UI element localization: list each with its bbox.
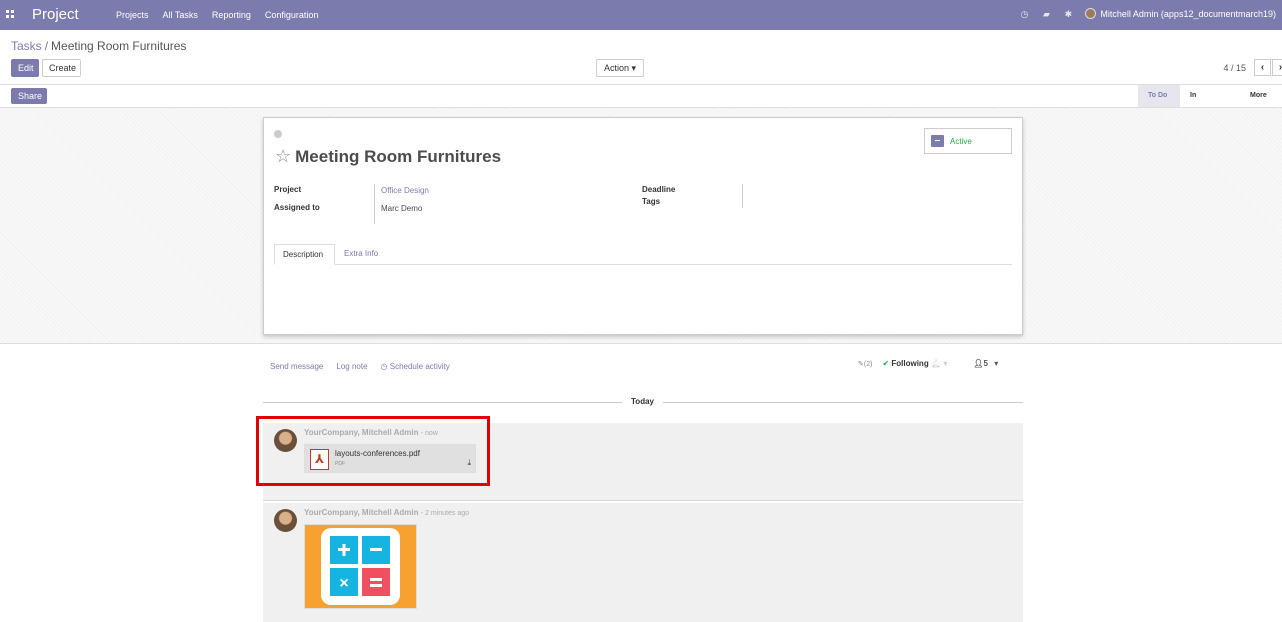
project-value[interactable]: Office Design <box>381 186 429 195</box>
field-divider <box>742 184 743 208</box>
action-dropdown[interactable]: Action ▾ <box>596 59 644 77</box>
main-menu: Projects All Tasks Reporting Configurati… <box>116 10 318 20</box>
message-date: - 2 minutes ago <box>420 510 470 517</box>
assigned-to-value[interactable]: Marc Demo <box>381 204 422 213</box>
clock-icon[interactable]: ◷ <box>1019 9 1029 19</box>
menu-reporting[interactable]: Reporting <box>212 10 251 20</box>
chatter-message: YourCompany, Mitchell Admin - 2 minutes … <box>263 503 1023 622</box>
breadcrumb: Tasks / Meeting Room Furnitures <box>11 39 187 53</box>
user-menu[interactable]: Mitchell Admin (apps12_documentmarch19) <box>1085 8 1276 19</box>
bug-icon[interactable]: ✱ <box>1063 9 1073 19</box>
task-title-row: ☆ Meeting Room Furnitures <box>275 146 501 167</box>
chat-icon[interactable]: ▰ <box>1041 9 1051 19</box>
field-divider <box>374 184 375 224</box>
schedule-activity-label: Schedule activity <box>389 362 450 371</box>
deadline-label: Deadline <box>642 185 676 194</box>
pager-value[interactable]: 4 / 15 <box>1223 63 1246 73</box>
app-brand[interactable]: Project <box>32 6 79 23</box>
pager-next-button[interactable]: › <box>1272 59 1282 76</box>
menu-projects[interactable]: Projects <box>116 10 149 20</box>
bell-icon: 🔔︎ ▾ <box>930 359 948 368</box>
message-header: YourCompany, Mitchell Admin - 2 minutes … <box>304 508 469 517</box>
schedule-activity-button[interactable]: ◷ Schedule activity <box>381 362 450 371</box>
kanban-state-dot[interactable] <box>274 130 282 138</box>
breadcrumb-current: Meeting Room Furnitures <box>51 39 187 53</box>
following-label: Following <box>891 359 929 368</box>
clock-icon: ◷ <box>380 362 388 371</box>
menu-all-tasks[interactable]: All Tasks <box>163 10 198 20</box>
author-avatar[interactable] <box>274 509 297 532</box>
archive-icon <box>931 135 944 147</box>
following-button[interactable]: ✔ Following 🔔︎ ▾ <box>882 359 947 368</box>
top-navbar: Project Projects All Tasks Reporting Con… <box>0 0 1282 30</box>
svg-text:×: × <box>339 575 348 592</box>
followers-button[interactable]: 👤︎5 ▾ <box>973 359 998 368</box>
image-attachment[interactable]: × <box>304 524 417 609</box>
menu-configuration[interactable]: Configuration <box>265 10 319 20</box>
tags-label: Tags <box>642 197 661 206</box>
highlight-box <box>256 416 490 486</box>
attachments-count: (2) <box>863 360 873 368</box>
date-separator-label: Today <box>622 397 663 406</box>
stage-todo[interactable]: To Do <box>1138 85 1180 107</box>
caret-down-icon: ▾ <box>994 359 999 368</box>
user-name: Mitchell Admin (apps12_documentmarch19) <box>1100 8 1276 19</box>
assigned-to-label: Assigned to <box>274 203 320 212</box>
task-title: Meeting Room Furnitures <box>295 146 502 166</box>
check-icon: ✔ <box>882 359 890 368</box>
user-avatar <box>1085 8 1097 19</box>
share-button[interactable]: Share <box>11 88 47 104</box>
breadcrumb-tasks[interactable]: Tasks <box>11 39 42 53</box>
task-form-sheet: ☆ Meeting Room Furnitures Active Project… <box>263 117 1023 335</box>
stage-inprogress[interactable]: In Progress <box>1180 85 1238 121</box>
calculator-image-icon: × <box>305 525 416 608</box>
systray: ◷ ▰ ✱ Mitchell Admin (apps12_documentmar… <box>1019 8 1276 19</box>
active-label: Active <box>950 136 972 146</box>
person-icon: 👤︎ <box>973 359 984 368</box>
status-bar: Share To Do In Progress More ▾ <box>0 84 1282 121</box>
chatter-followers-bar: ✎(2) ✔ Following 🔔︎ ▾ 👤︎5 ▾ <box>858 359 998 368</box>
caret-down-icon: ▾ <box>631 63 637 73</box>
pager-previous-button[interactable]: ‹ <box>1254 59 1271 76</box>
send-message-button[interactable]: Send message <box>270 362 323 371</box>
star-icon[interactable]: ☆ <box>275 146 291 167</box>
stage-more-dropdown[interactable]: More ▾ <box>1240 85 1282 121</box>
stage-more-label: More <box>1250 92 1267 99</box>
edit-button[interactable]: Edit <box>11 59 39 77</box>
create-button[interactable]: Create <box>42 59 81 77</box>
attachments-button[interactable]: ✎(2) <box>858 360 872 368</box>
log-note-button[interactable]: Log note <box>336 362 367 371</box>
active-toggle-button[interactable]: Active <box>924 128 1012 154</box>
apps-menu-icon[interactable] <box>6 10 14 18</box>
tab-extra-info[interactable]: Extra Info <box>336 244 386 265</box>
message-author[interactable]: YourCompany, Mitchell Admin <box>304 508 419 517</box>
tab-description[interactable]: Description <box>274 244 335 265</box>
chatter-topbar: Send message Log note ◷ Schedule activit… <box>270 362 450 371</box>
action-label: Action <box>603 63 629 73</box>
project-label: Project <box>274 185 302 194</box>
form-tabs: Description Extra Info <box>274 243 1012 265</box>
followers-count: 5 <box>983 359 988 368</box>
